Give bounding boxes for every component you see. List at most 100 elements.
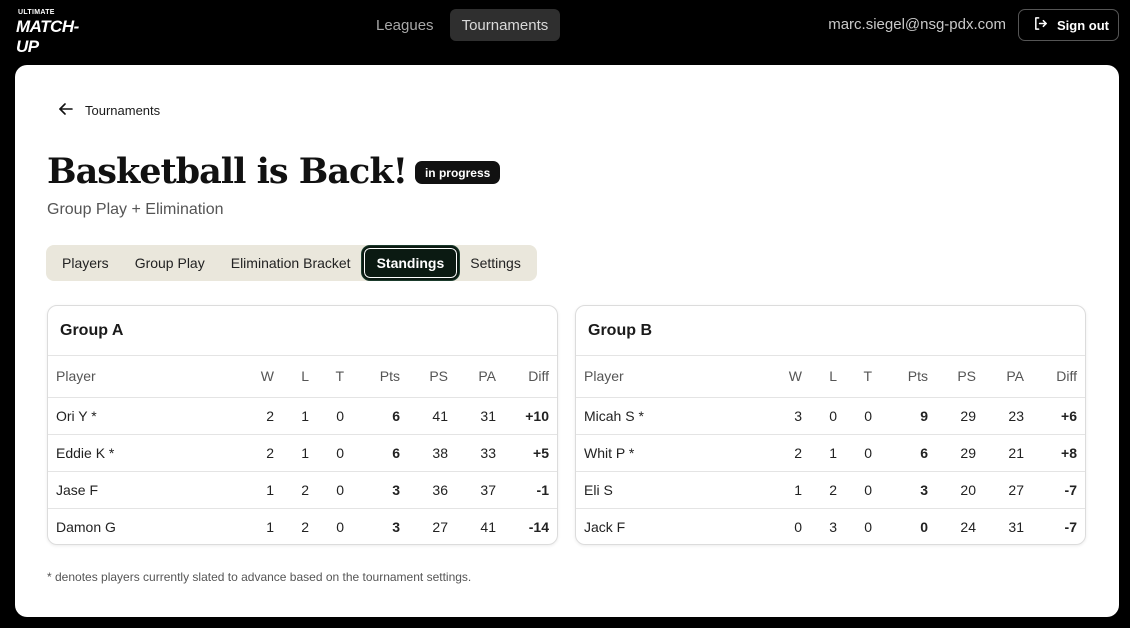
point-diff: -7 <box>1024 471 1085 509</box>
points: 6 <box>344 434 400 472</box>
table-row: Ori Y * 2 1 0 6 41 31 +10 <box>48 397 557 435</box>
wins: 1 <box>236 471 274 509</box>
tab-elimination-bracket[interactable]: Elimination Bracket <box>218 248 364 278</box>
user-email: marc.siegel@nsg-pdx.com <box>828 16 1006 33</box>
match-up-logo[interactable]: ULTIMATE MATCH-UP <box>16 9 96 56</box>
group-title: Group A <box>48 306 557 356</box>
tournament-card: Tournaments Basketball is Back! in progr… <box>15 65 1119 617</box>
column-header-ps: PS <box>928 356 976 398</box>
points-scored: 29 <box>928 434 976 472</box>
points: 6 <box>344 397 400 435</box>
ties: 0 <box>309 397 344 435</box>
points-against: 31 <box>1008 518 1024 535</box>
column-header-pa: PA <box>448 356 496 398</box>
table-row: Jase F 1 2 0 3 36 37 -1 <box>48 471 557 509</box>
status-badge: in progress <box>414 161 501 184</box>
group-b-panel: Group B Player W L T Pts PS PA Diff Mica… <box>575 305 1086 545</box>
column-header-l: L <box>802 356 837 398</box>
nav-tournaments[interactable]: Tournaments <box>449 9 561 41</box>
sign-out-button[interactable]: Sign out <box>1018 9 1119 41</box>
standings-table: Player W L T Pts PS PA Diff Micah S * 3 … <box>576 356 1085 544</box>
points-against: 37 <box>448 471 496 509</box>
tab-players[interactable]: Players <box>49 248 122 278</box>
player-name: Eddie K * <box>48 434 236 472</box>
column-header-diff: Diff <box>1024 356 1085 398</box>
points-scored: 29 <box>928 397 976 435</box>
table-row: Eddie K * 2 1 0 6 38 33 +5 <box>48 434 557 472</box>
logo-small-text: ULTIMATE <box>18 9 55 16</box>
back-link-label: Tournaments <box>85 103 161 118</box>
top-bar: ULTIMATE MATCH-UP Leagues Tournaments ma… <box>0 0 1130 56</box>
point-diff: +8 <box>1024 434 1085 472</box>
column-header-t: T <box>837 356 872 398</box>
sign-out-label: Sign out <box>1057 17 1109 33</box>
page-title: Basketball is Back! <box>47 151 408 192</box>
column-header-ps: PS <box>400 356 448 398</box>
table-row: Whit P * 2 1 0 6 29 21 +8 <box>576 434 1085 472</box>
tab-standings[interactable]: Standings <box>361 246 460 280</box>
main-nav: Leagues Tournaments <box>364 9 561 41</box>
tab-settings[interactable]: Settings <box>457 248 534 278</box>
wins: 2 <box>764 434 802 472</box>
losses: 1 <box>802 434 837 472</box>
point-diff: -1 <box>496 471 557 509</box>
point-diff: -7 <box>1064 518 1077 535</box>
table-header-row: Player W L T Pts PS PA Diff <box>48 356 557 398</box>
group-a-panel: Group A Player W L T Pts PS PA Diff Ori … <box>47 305 558 545</box>
ties: 0 <box>837 397 872 435</box>
losses: 1 <box>274 397 309 435</box>
logo-big-text: MATCH-UP <box>16 17 79 56</box>
points-scored: 38 <box>400 434 448 472</box>
column-header-w: W <box>236 356 274 398</box>
losses: 0 <box>802 397 837 435</box>
wins: 2 <box>236 397 274 435</box>
points: 3 <box>344 471 400 509</box>
points-against: 21 <box>976 434 1024 472</box>
group-title: Group B <box>576 306 1085 356</box>
points-against: 41 <box>480 518 496 535</box>
ties: 0 <box>309 471 344 509</box>
ties: 0 <box>309 434 344 472</box>
wins: 1 <box>764 471 802 509</box>
sign-out-icon <box>1033 16 1048 34</box>
tab-bar: Players Group Play Elimination Bracket S… <box>46 245 537 281</box>
column-header-player: Player <box>576 356 764 398</box>
arrow-left-icon <box>59 103 73 118</box>
point-diff: +6 <box>1024 397 1085 435</box>
wins: 3 <box>764 397 802 435</box>
player-name: Damon G <box>56 518 116 535</box>
losses: 2 <box>802 471 837 509</box>
points: 6 <box>872 434 928 472</box>
points-scored: 24 <box>960 518 976 535</box>
nav-leagues[interactable]: Leagues <box>364 9 446 41</box>
back-link[interactable]: Tournaments <box>59 103 160 118</box>
point-diff: +5 <box>496 434 557 472</box>
column-header-pa: PA <box>976 356 1024 398</box>
table-row: Micah S * 3 0 0 9 29 23 +6 <box>576 397 1085 435</box>
points-scored: 41 <box>400 397 448 435</box>
points: 3 <box>392 518 400 535</box>
tab-group-play[interactable]: Group Play <box>122 248 218 278</box>
tournament-format: Group Play + Elimination <box>47 201 224 218</box>
points-against: 27 <box>976 471 1024 509</box>
table-row: Damon G 1 2 0 3 27 41 -14 <box>48 508 557 544</box>
table-header-row: Player W L T Pts PS PA Diff <box>576 356 1085 398</box>
points-against: 33 <box>448 434 496 472</box>
column-header-player: Player <box>48 356 236 398</box>
player-name: Eli S <box>576 471 764 509</box>
points-scored: 36 <box>400 471 448 509</box>
column-header-pts: Pts <box>344 356 400 398</box>
point-diff: -14 <box>528 518 549 535</box>
column-header-diff: Diff <box>496 356 557 398</box>
points: 0 <box>920 518 928 535</box>
wins: 2 <box>236 434 274 472</box>
wins: 0 <box>794 518 802 535</box>
losses: 2 <box>301 518 309 535</box>
losses: 3 <box>829 518 837 535</box>
wins: 1 <box>266 518 274 535</box>
ties: 0 <box>837 434 872 472</box>
ties: 0 <box>336 518 344 535</box>
table-row: Jack F 0 3 0 0 24 31 -7 <box>576 508 1085 544</box>
player-name: Jase F <box>48 471 236 509</box>
standings-table: Player W L T Pts PS PA Diff Ori Y * 2 1 … <box>48 356 557 544</box>
